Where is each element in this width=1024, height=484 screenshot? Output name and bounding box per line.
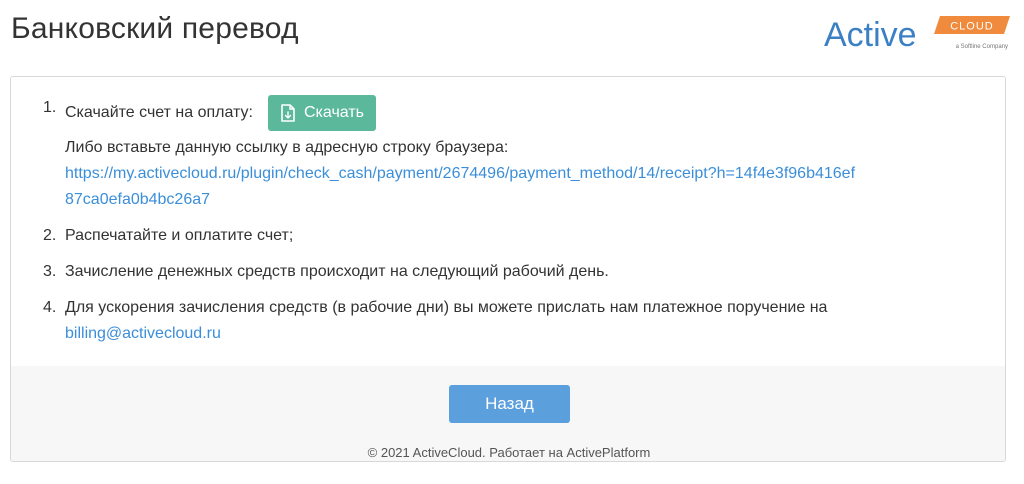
step-number: 2. <box>43 227 57 244</box>
step-label: Скачайте счет на оплату: <box>65 104 253 121</box>
step-1-line: Скачайте счет на оплату: Скачать <box>65 95 991 131</box>
page-title: Банковский перевод <box>11 12 299 45</box>
step-4: 4. Для ускорения зачисления средств (в р… <box>31 295 991 347</box>
file-download-icon <box>281 104 295 122</box>
step-label: Для ускорения зачисления средств (в рабо… <box>65 299 828 316</box>
step-number: 4. <box>43 299 57 316</box>
step-label: Зачисление денежных средств происходит н… <box>65 263 609 280</box>
copyright-text: © 2021 ActiveCloud. Работает на ActivePl… <box>367 445 651 460</box>
steps-list: 1. Скачайте счет на оплату: Скачать Либо… <box>31 95 991 357</box>
receipt-link-wrapper: https://my.activecloud.ru/plugin/check_c… <box>65 161 855 213</box>
step-label: Распечатайте и оплатите счет; <box>65 227 294 244</box>
download-button[interactable]: Скачать <box>268 95 376 131</box>
download-button-label: Скачать <box>304 104 364 121</box>
header: Банковский перевод Active CLOUD a Softli… <box>0 0 1024 68</box>
page: Банковский перевод Active CLOUD a Softli… <box>0 0 1024 484</box>
receipt-link[interactable]: https://my.activecloud.ru/plugin/check_c… <box>65 165 855 208</box>
content-panel: 1. Скачайте счет на оплату: Скачать Либо… <box>10 76 1006 462</box>
back-button[interactable]: Назад <box>449 385 570 423</box>
step-3: 3. Зачисление денежных средств происходи… <box>31 259 991 285</box>
step-1: 1. Скачайте счет на оплату: Скачать Либо… <box>31 95 991 213</box>
logo-tagline: a Softline Company <box>956 44 1008 50</box>
activecloud-logo[interactable]: Active CLOUD a Softline Company <box>822 12 1014 58</box>
logo-word: Active <box>824 16 917 54</box>
step-2: 2. Распечатайте и оплатите счет; <box>31 223 991 249</box>
step-number: 3. <box>43 263 57 280</box>
logo-badge: CLOUD <box>950 21 994 33</box>
step-number: 1. <box>43 99 57 116</box>
panel-footer: Назад © 2021 ActiveCloud. Работает на Ac… <box>11 366 1005 461</box>
link-instruction: Либо вставьте данную ссылку в адресную с… <box>65 139 509 156</box>
billing-email-link[interactable]: billing@activecloud.ru <box>65 325 221 342</box>
